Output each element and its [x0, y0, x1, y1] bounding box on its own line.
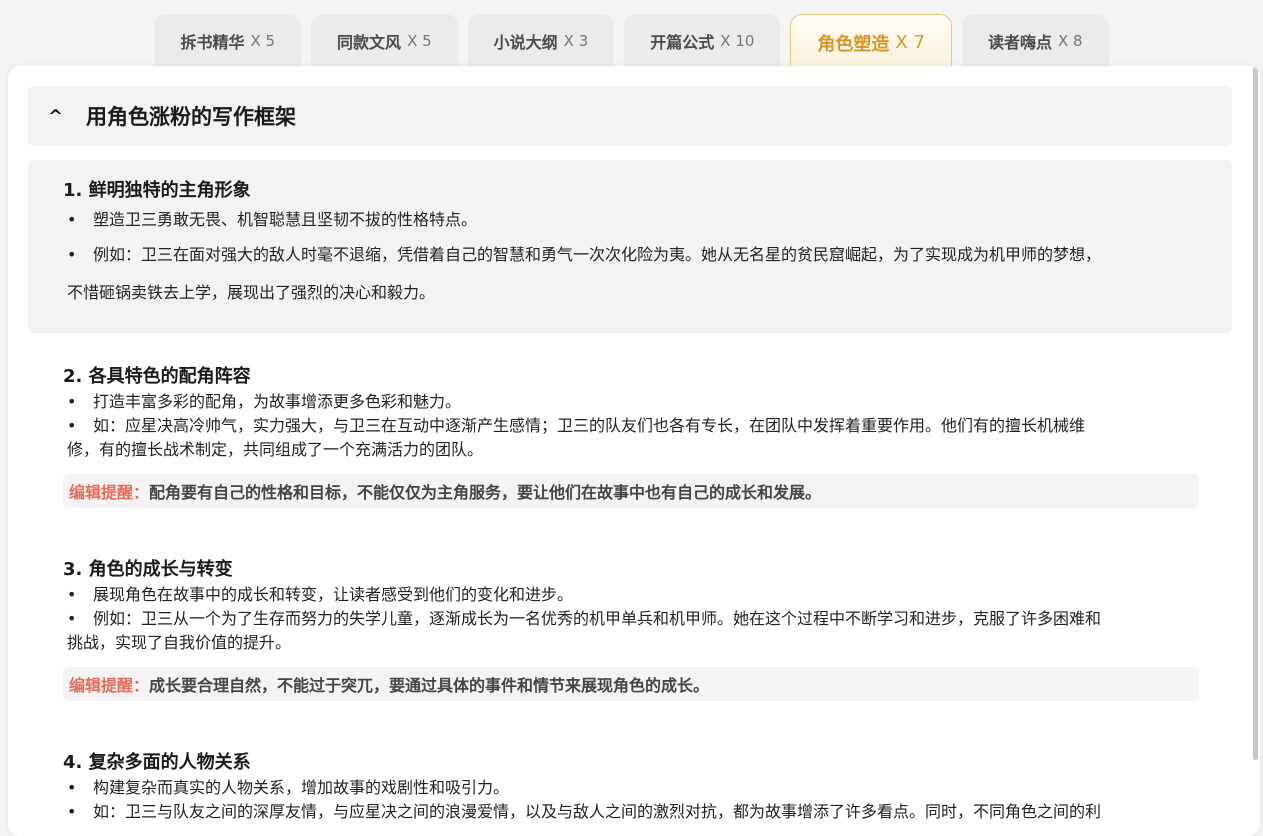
section-title: 3. 角色的成长与转变	[63, 559, 233, 580]
tab-dagang[interactable]: 小说大纲 X 3	[467, 14, 615, 68]
tab-kaipian[interactable]: 开篇公式 X 10	[624, 14, 781, 68]
editor-tip: 编辑提醒： 成长要合理自然，不能过于突兀，要通过具体的事件和情节来展现角色的成长…	[63, 667, 1199, 701]
section-title: 2. 各具特色的配角阵容	[63, 366, 251, 387]
tab-tongkuan[interactable]: 同款文风 X 5	[311, 14, 458, 68]
tab-count: X 5	[250, 32, 276, 50]
tab-count: X 7	[895, 32, 925, 53]
tab-count: X 5	[407, 32, 432, 50]
list-item: 构建复杂而真实的人物关系，增加故事的戏剧性和吸引力。	[63, 776, 1203, 800]
tab-label: 同款文风	[337, 33, 402, 52]
collapse-caret-icon[interactable]: ^	[48, 106, 86, 127]
section-3: 3. 角色的成长与转变 展现角色在故事中的成长和转变，让读者感受到他们的变化和进…	[63, 557, 1203, 701]
list-item: 如：应星决高冷帅气，实力强大，与卫三在互动中逐渐产生感情；卫三的队友们也各有专长…	[63, 414, 1203, 438]
tab-bar: 拆书精华 X 5 同款文风 X 5 小说大纲 X 3 开篇公式 X 10 角色塑造 X 7…	[0, 14, 1263, 70]
section-4: 4. 复杂多面的人物关系 构建复杂而真实的人物关系，增加故事的戏剧性和吸引力。 …	[63, 750, 1203, 824]
tab-count: X 3	[563, 32, 589, 50]
tab-juese[interactable]: 角色塑造 X 7	[790, 14, 952, 70]
tip-text: 配角要有自己的性格和目标，不能仅仅为主角服务，要让他们在故事中也有自己的成长和发…	[149, 483, 822, 502]
section-title: 1. 鲜明独特的主角形象	[63, 180, 251, 201]
list-item: 展现角色在故事中的成长和转变，让读者感受到他们的变化和进步。	[63, 583, 1203, 607]
list-item-continuation: 修，有的擅长战术制定，共同组成了一个充满活力的团队。	[67, 440, 484, 459]
tab-label: 拆书精华	[180, 33, 245, 52]
list-item: 例如：卫三从一个为了生存而努力的失学儿童，逐渐成长为一名优秀的机甲单兵和机甲师。…	[63, 607, 1203, 631]
list-item-continuation: 不惜砸锅卖铁去上学，展现出了强烈的决心和毅力。	[67, 283, 436, 302]
list-item: 如：卫三与队友之间的深厚友情，与应星决之间的浪漫爱情，以及与敌人之间的激烈对抗，…	[63, 800, 1203, 824]
list-item: 打造丰富多彩的配角，为故事增添更多色彩和魅力。	[63, 390, 1203, 414]
list-item: 塑造卫三勇敢无畏、机智聪慧且坚韧不拔的性格特点。	[63, 204, 1232, 236]
tab-chaishu[interactable]: 拆书精华 X 5	[154, 14, 302, 68]
editor-tip: 编辑提醒： 配角要有自己的性格和目标，不能仅仅为主角服务，要让他们在故事中也有自…	[63, 474, 1199, 508]
tab-label: 开篇公式	[650, 33, 715, 52]
content-panel: ^ 用角色涨粉的写作框架 1. 鲜明独特的主角形象 塑造卫三勇敢无畏、机智聪慧且…	[8, 66, 1260, 836]
tab-count: X 8	[1057, 32, 1083, 50]
section-1: 1. 鲜明独特的主角形象 塑造卫三勇敢无畏、机智聪慧且坚韧不拔的性格特点。 例如…	[28, 160, 1232, 333]
tab-count: X 10	[720, 32, 755, 50]
tab-label: 角色塑造	[817, 33, 890, 55]
list-item-continuation: 挑战，实现了自我价值的提升。	[67, 633, 292, 652]
tab-label: 小说大纲	[493, 33, 558, 52]
tip-text: 成长要合理自然，不能过于突兀，要通过具体的事件和情节来展现角色的成长。	[149, 676, 710, 695]
section-title: 4. 复杂多面的人物关系	[63, 752, 251, 773]
framework-title: 用角色涨粉的写作框架	[86, 105, 296, 129]
scrollbar[interactable]	[1253, 66, 1258, 760]
tip-label: 编辑提醒：	[69, 676, 150, 695]
tab-label: 读者嗨点	[987, 33, 1052, 52]
tip-label: 编辑提醒：	[69, 483, 150, 502]
section-2: 2. 各具特色的配角阵容 打造丰富多彩的配角，为故事增添更多色彩和魅力。 如：应…	[63, 364, 1203, 508]
framework-header[interactable]: ^ 用角色涨粉的写作框架	[28, 86, 1232, 146]
tab-duzhe[interactable]: 读者嗨点 X 8	[961, 14, 1109, 68]
list-item: 例如：卫三在面对强大的敌人时毫不退缩，凭借着自己的智慧和勇气一次次化险为夷。她从…	[63, 236, 1232, 274]
